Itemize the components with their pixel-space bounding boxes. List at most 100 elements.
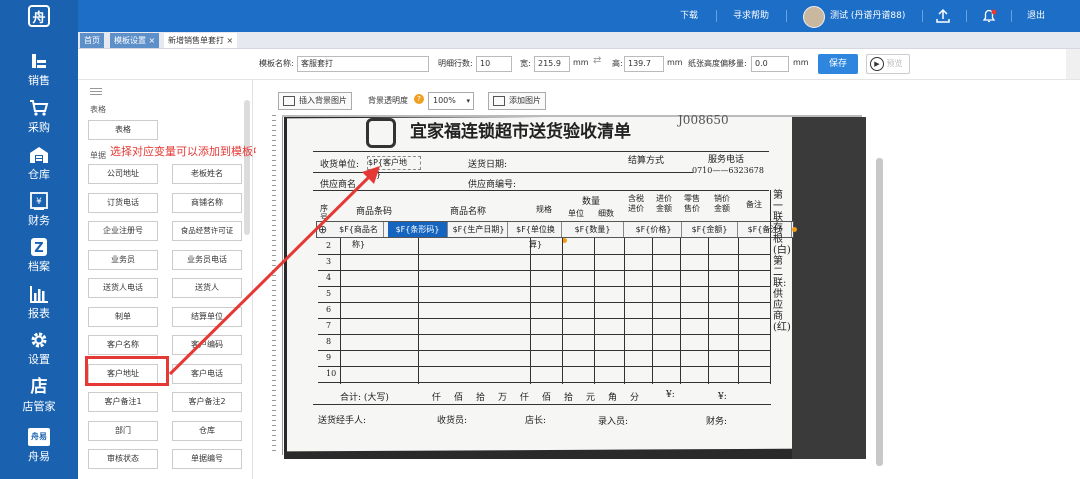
variable-field[interactable]: $F{单位换算}: [510, 222, 562, 249]
rule: [318, 302, 770, 303]
help-link[interactable]: 寻求帮助: [733, 0, 769, 32]
add-image-button[interactable]: 添加图片: [488, 92, 546, 110]
settlement-label: 结算方式: [628, 156, 665, 166]
variable-field[interactable]: $F{价格}: [626, 222, 682, 237]
variable-button[interactable]: 审核状态: [88, 449, 158, 469]
close-icon[interactable]: ×: [227, 36, 234, 45]
variable-button[interactable]: 业务员电话: [172, 249, 242, 270]
rule: [594, 238, 595, 384]
tab-new-sales-print[interactable]: 新增销售单套打 ×: [164, 33, 238, 48]
brand-icon: 舟易: [28, 428, 50, 446]
paper-offset-input[interactable]: 0.0: [751, 56, 789, 72]
menu-icon[interactable]: [90, 86, 102, 97]
svg-text:Z: Z: [34, 241, 43, 256]
variable-field[interactable]: $F{金额}: [682, 222, 738, 237]
image-icon: [283, 96, 295, 106]
row-number: 10: [326, 369, 337, 378]
sidebar-item-finance[interactable]: ¥ 财务: [0, 192, 78, 228]
row-number: 9: [326, 353, 332, 362]
variable-button[interactable]: 客户备注1: [88, 392, 158, 412]
section-table-title: 表格: [90, 105, 106, 114]
variable-button[interactable]: 订货电话: [88, 192, 158, 213]
variable-button[interactable]: 公司地址: [88, 164, 158, 184]
divider: [1011, 10, 1012, 22]
upload-icon[interactable]: [935, 0, 953, 32]
variable-button[interactable]: 商铺名称: [172, 192, 242, 213]
sidebar-item-settings[interactable]: 设置: [0, 331, 78, 367]
variable-button[interactable]: 企业注册号: [88, 221, 158, 241]
rule: [318, 270, 770, 271]
panel-scrollbar[interactable]: [244, 100, 250, 235]
download-link[interactable]: 下载: [680, 0, 698, 32]
header-pieces: 细数: [598, 209, 614, 218]
supplier-name-label: 供应商名: [320, 180, 357, 190]
sidebar-item-purchase[interactable]: 采购: [0, 99, 78, 135]
variable-button[interactable]: 单据编号: [172, 449, 242, 469]
rule: [318, 254, 770, 255]
report-icon: [30, 286, 48, 303]
template-name-input[interactable]: 客服套打: [297, 56, 429, 72]
resize-handle[interactable]: [792, 227, 797, 232]
width-input[interactable]: 215.9: [534, 56, 570, 72]
highlight-box: [85, 356, 169, 386]
height-input[interactable]: 139.7: [624, 56, 664, 72]
close-icon[interactable]: ×: [149, 36, 156, 45]
rule: [313, 404, 771, 405]
variable-field[interactable]: $F{商品名称}: [334, 222, 384, 249]
tab-home[interactable]: 首页: [80, 33, 104, 48]
width-label: 宽:: [520, 59, 531, 68]
sidebar-item-label: 舟易: [28, 450, 50, 463]
variable-button[interactable]: 结算单位: [172, 306, 242, 327]
variable-field[interactable]: $F{生产日期}: [450, 222, 508, 237]
avatar[interactable]: [803, 6, 825, 28]
variable-button[interactable]: 送货人: [172, 278, 242, 298]
insert-background-button[interactable]: 插入背景图片: [278, 92, 352, 110]
manager-label: 店长:: [525, 416, 547, 426]
canvas-scrollbar[interactable]: [876, 158, 883, 466]
variable-button[interactable]: 部门: [88, 420, 158, 441]
sidebar-item-label: 采购: [28, 121, 50, 134]
variable-button[interactable]: 食品经营许可证: [172, 221, 242, 241]
user-name[interactable]: 测试 (丹谱丹谱88): [830, 0, 905, 32]
sidebar-item-store[interactable]: 店 店管家: [0, 378, 78, 414]
variable-button[interactable]: 业务员: [88, 249, 158, 270]
sidebar-item-archive[interactable]: Z 档案: [0, 238, 78, 274]
width-unit: mm: [573, 58, 589, 67]
save-button[interactable]: 保存: [818, 54, 858, 74]
variable-button[interactable]: 送货人电话: [88, 278, 158, 298]
sidebar-item-sales[interactable]: 销售: [0, 52, 78, 88]
help-icon[interactable]: ?: [414, 94, 424, 104]
finance-icon: ¥: [30, 192, 48, 210]
variable-button[interactable]: 客户名称: [88, 335, 158, 355]
detail-rows-input[interactable]: 10: [476, 56, 512, 72]
app-logo[interactable]: 舟: [0, 0, 78, 32]
preview-button[interactable]: ▶ 预览: [866, 54, 910, 74]
variable-button[interactable]: 老板姓名: [172, 164, 242, 184]
variable-button[interactable]: 客户编码: [172, 335, 242, 355]
variable-button[interactable]: 仓库: [172, 420, 242, 441]
sidebar-item-report[interactable]: 报表: [0, 285, 78, 321]
variable-field[interactable]: $F{条形码}: [388, 222, 448, 237]
bg-opacity-select[interactable]: 100% ▾: [428, 92, 474, 110]
swap-icon[interactable]: ⇄: [593, 55, 601, 66]
variable-field[interactable]: $F{数量}: [562, 222, 624, 237]
tab-template-settings[interactable]: 模板设置 ×: [110, 33, 160, 48]
logout-link[interactable]: 退出: [1027, 0, 1045, 32]
toolbar-scroll[interactable]: [1066, 49, 1080, 79]
variable-button[interactable]: 客户备注2: [172, 392, 242, 412]
rule: [562, 238, 563, 384]
receiver-variable-field[interactable]: $P{客户地址}: [367, 156, 421, 179]
table-button[interactable]: 表格: [88, 120, 158, 140]
variable-button[interactable]: 制单: [88, 306, 158, 327]
receipt-logo: [366, 118, 396, 148]
currency-sign-2: ¥:: [718, 392, 727, 402]
sidebar-item-label: 报表: [28, 307, 50, 320]
variable-button[interactable]: 客户电话: [172, 363, 242, 384]
header-qty: 数量: [582, 197, 601, 207]
sidebar-item-warehouse[interactable]: 仓库: [0, 146, 78, 182]
move-handle-icon[interactable]: ⊕: [318, 223, 332, 236]
sidebar-item-brand[interactable]: 舟易 舟易: [0, 428, 78, 464]
section-document-title: 单据: [90, 151, 106, 160]
bell-icon[interactable]: [981, 0, 999, 32]
divider: [966, 10, 967, 22]
